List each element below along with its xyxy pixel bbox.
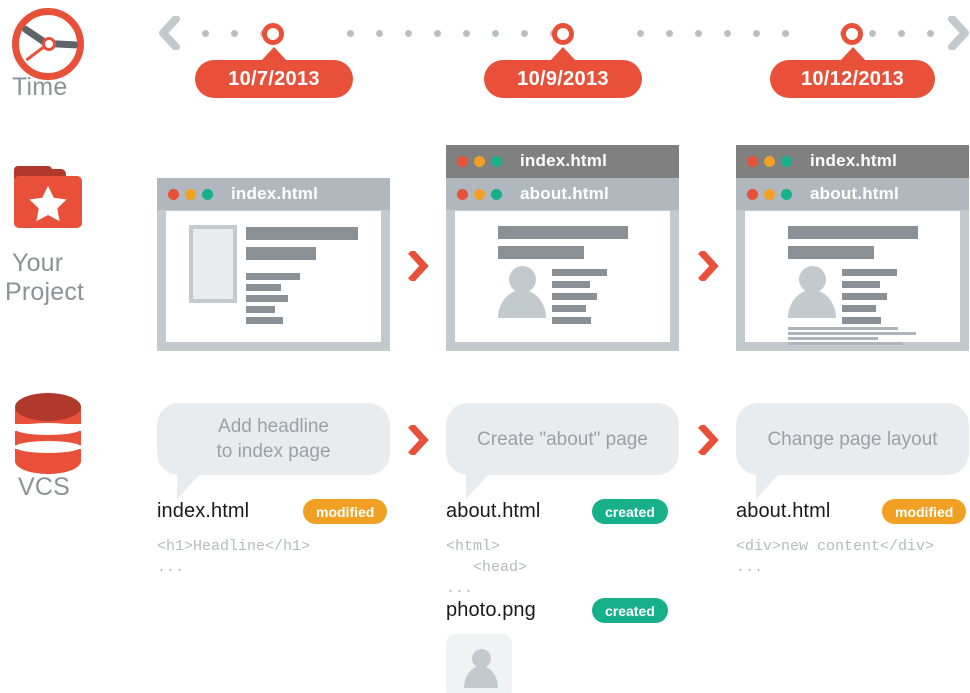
status-badge: modified — [303, 499, 388, 524]
commit-message-bubble[interactable]: Add headline to index page — [157, 403, 390, 475]
bubble-tail — [177, 473, 201, 499]
infographic-canvas: Time 10/7/2013 10/9/2013 10/12/2013 Your… — [0, 0, 970, 693]
status-badge: created — [592, 499, 668, 524]
vcs-row-label: VCS — [18, 473, 71, 501]
file-code-preview: <h1>Headline</h1> ... — [157, 538, 311, 576]
commit-card-1: Add headline to index page index.html mo… — [157, 403, 392, 583]
bubble-tail — [756, 473, 780, 499]
file-name[interactable]: about.html — [446, 500, 540, 523]
chevron-right-icon — [408, 425, 429, 455]
commit-card-2: Create "about" page about.html created <… — [446, 403, 681, 693]
commit-message: Add headline to index page — [216, 416, 331, 462]
commit-message: Create "about" page — [477, 428, 648, 450]
status-label: created — [605, 503, 655, 520]
status-label: modified — [895, 503, 954, 520]
file-name[interactable]: about.html — [736, 500, 830, 523]
file-code-preview: <div>new content</div> ... — [736, 538, 935, 576]
commit-message: Change page layout — [767, 428, 938, 450]
status-badge: modified — [882, 499, 967, 524]
commit-message-bubble[interactable]: Change page layout — [736, 403, 969, 475]
status-label: modified — [316, 503, 375, 520]
file-name[interactable]: photo.png — [446, 599, 536, 622]
file-code-preview: <html> <head> ... — [446, 538, 528, 597]
avatar-icon — [464, 666, 498, 688]
person-thumbnail-icon — [446, 634, 512, 693]
database-icon — [15, 393, 81, 474]
file-name[interactable]: index.html — [157, 500, 249, 523]
status-badge: created — [592, 598, 668, 623]
vcs-row: VCS Add headline to index page index.htm… — [0, 0, 970, 693]
chevron-right-icon — [698, 425, 719, 455]
commit-message-bubble[interactable]: Create "about" page — [446, 403, 679, 475]
status-label: created — [605, 602, 655, 619]
bubble-tail — [466, 473, 490, 499]
commit-card-3: Change page layout about.html modified <… — [736, 403, 970, 583]
